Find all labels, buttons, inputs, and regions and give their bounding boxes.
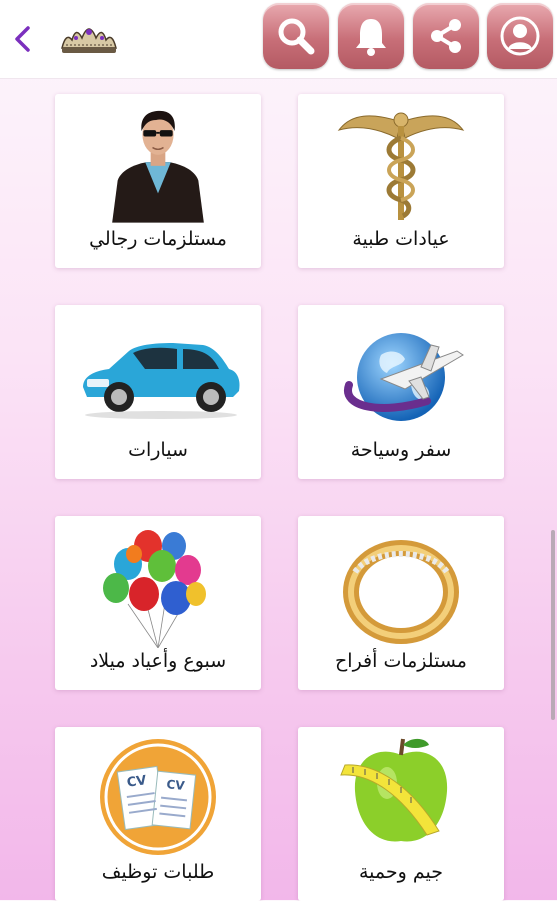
back-chevron-icon[interactable] xyxy=(8,22,38,56)
category-label: طلبات توظيف xyxy=(101,861,215,883)
category-card-medical-clinics[interactable]: عيادات طبية xyxy=(298,94,504,268)
category-card-birthdays[interactable]: سبوع وأعياد ميلاد xyxy=(55,516,261,690)
share-button[interactable] xyxy=(413,3,479,69)
category-label: مستلزمات أفراح xyxy=(335,650,467,672)
cv-icon: CV CV xyxy=(55,733,261,861)
caduceus-icon xyxy=(298,100,504,228)
apple-tape-icon xyxy=(298,733,504,861)
category-card-job-applications[interactable]: CV CV طلبات توظيف xyxy=(55,727,261,901)
search-icon xyxy=(278,18,315,55)
category-label: مستلزمات رجالي xyxy=(89,228,227,250)
notifications-button[interactable] xyxy=(338,3,404,69)
travel-globe-icon xyxy=(298,311,504,439)
category-card-cars[interactable]: سيارات xyxy=(55,305,261,479)
category-label: سبوع وأعياد ميلاد xyxy=(89,650,227,672)
share-icon xyxy=(431,19,461,53)
category-card-wedding-supplies[interactable]: مستلزمات أفراح xyxy=(298,516,504,690)
category-label: عيادات طبية xyxy=(352,228,450,250)
bell-icon xyxy=(356,19,386,56)
man-icon xyxy=(55,100,261,228)
profile-button[interactable] xyxy=(487,3,553,69)
ring-icon xyxy=(298,522,504,650)
balloons-icon xyxy=(55,522,261,650)
profile-icon xyxy=(500,16,540,56)
car-icon xyxy=(55,311,261,439)
category-label: سفر وسياحة xyxy=(350,439,452,461)
scrollbar[interactable] xyxy=(551,530,555,720)
category-card-gym-diet[interactable]: جيم وحمية xyxy=(298,727,504,901)
category-card-travel-tourism[interactable]: سفر وسياحة xyxy=(298,305,504,479)
top-bar xyxy=(0,0,557,79)
category-label: جيم وحمية xyxy=(359,861,443,883)
search-button[interactable] xyxy=(263,3,329,69)
crown-logo-icon xyxy=(58,18,120,58)
cv-text: CV xyxy=(126,773,148,791)
category-card-mens-supplies[interactable]: مستلزمات رجالي xyxy=(55,94,261,268)
cv-text: CV xyxy=(166,777,186,793)
category-label: سيارات xyxy=(128,439,188,461)
